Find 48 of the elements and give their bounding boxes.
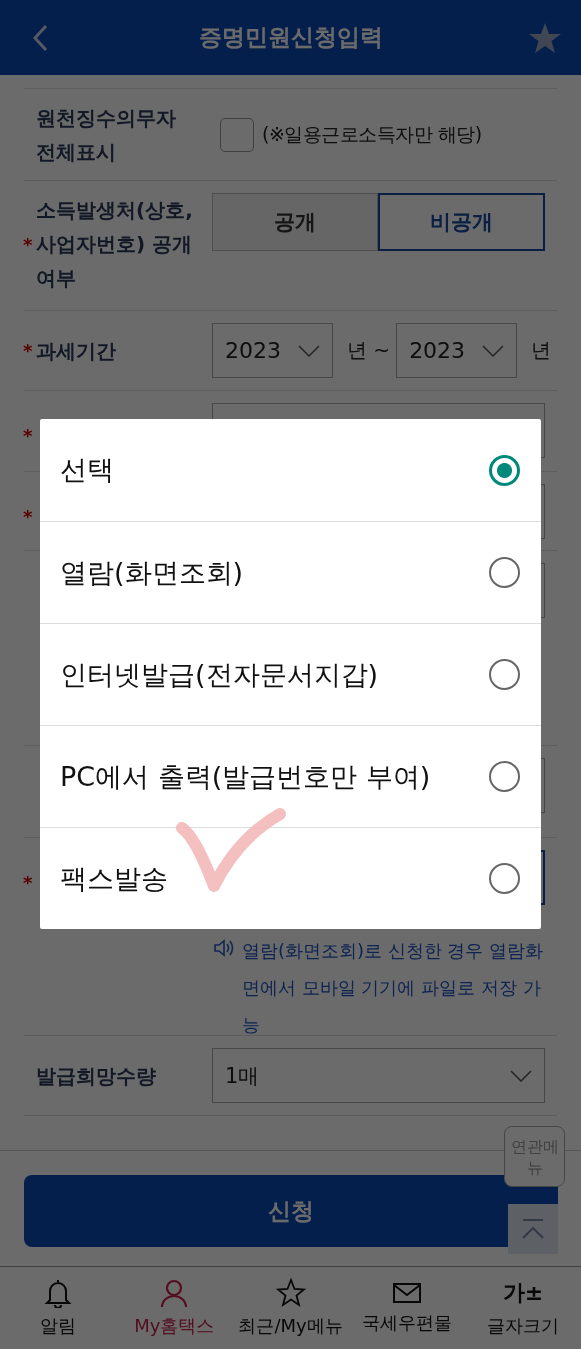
required-mark: *	[23, 233, 33, 255]
nav-tab[interactable]: 국세우편물	[348, 1267, 465, 1349]
required-mark: *	[23, 506, 33, 527]
checkbox-note: (※일용근로소득자만 해당)	[262, 121, 482, 147]
option-item[interactable]: 인터넷발급(전자문서지갑)	[40, 623, 541, 725]
radio-button[interactable]	[489, 557, 520, 588]
radio-button[interactable]	[489, 863, 520, 894]
chevron-down-icon	[298, 344, 320, 357]
bell-icon	[44, 1278, 73, 1308]
quantity-select[interactable]: 1매	[212, 1048, 545, 1103]
nav-tab[interactable]: 가± 글자크기	[464, 1267, 581, 1349]
back-icon[interactable]	[32, 24, 48, 52]
option-item[interactable]: 열람(화면조회)	[40, 521, 541, 623]
field-label: 소득발생처(상호, 사업자번호) 공개여부	[36, 197, 194, 292]
field-label: 과세기간	[36, 337, 116, 365]
page-title: 증명민원신청입력	[198, 23, 383, 52]
hint-text: 열람(화면조회)로 신청한 경우 열람화면에서 모바일 기기에 파일로 저장 가능	[242, 939, 545, 1037]
year-unit: 년 ~	[346, 337, 392, 364]
option-item[interactable]: 팩스발송	[40, 827, 541, 929]
radio-button[interactable]	[489, 761, 520, 792]
required-mark: *	[23, 425, 33, 446]
radio-button[interactable]	[489, 659, 520, 690]
option-item[interactable]: 선택	[40, 419, 541, 521]
year-unit: 년	[530, 337, 553, 364]
submit-button[interactable]: 신청	[24, 1175, 558, 1247]
nav-tab[interactable]: 알림	[0, 1267, 117, 1349]
radio-button[interactable]	[489, 454, 520, 486]
speaker-icon	[212, 938, 236, 958]
nav-tab[interactable]: My홈택스	[116, 1267, 233, 1349]
star-icon[interactable]	[528, 22, 562, 54]
year-select[interactable]: 2023	[212, 323, 333, 378]
chevron-down-icon	[482, 344, 505, 357]
field-label: 원천징수의무자 전체표시	[36, 104, 177, 166]
required-mark: *	[23, 872, 33, 893]
field-label: 발급희망수량	[36, 1062, 156, 1090]
checkbox[interactable]	[220, 117, 254, 152]
nav-tab[interactable]: 최근/My메뉴	[232, 1267, 349, 1349]
toggle-option[interactable]: 비공개	[377, 193, 545, 251]
mail-icon	[391, 1281, 422, 1305]
year-select[interactable]: 2023	[396, 323, 518, 378]
person-icon	[159, 1278, 190, 1308]
font-size-icon: 가±	[502, 1278, 544, 1308]
chevron-down-icon	[510, 1069, 532, 1082]
required-mark: *	[23, 340, 33, 361]
option-item[interactable]: PC에서 출력(발급번호만 부여)	[40, 725, 541, 827]
star-icon	[275, 1278, 306, 1308]
toggle-option[interactable]: 공개	[212, 193, 378, 251]
up-arrow-icon	[521, 1218, 545, 1240]
